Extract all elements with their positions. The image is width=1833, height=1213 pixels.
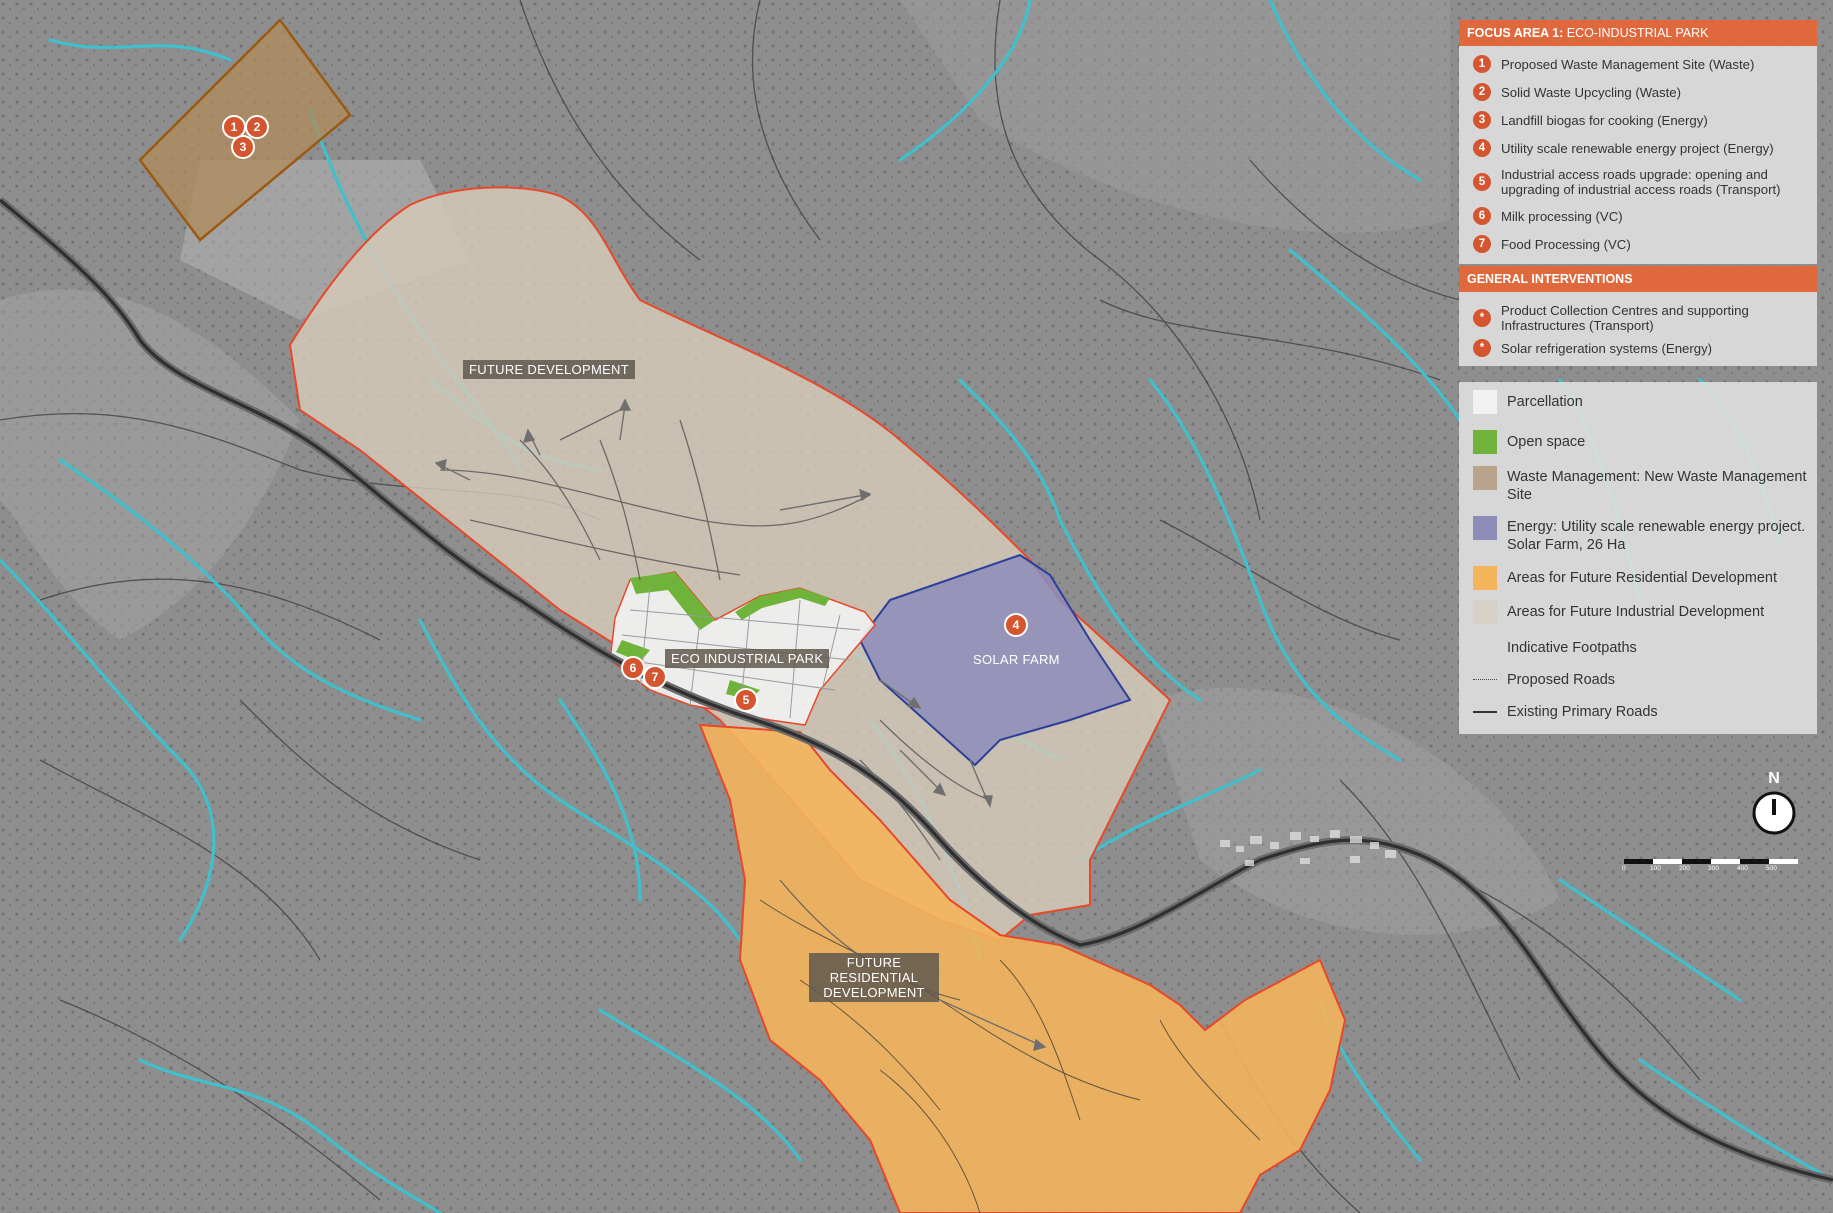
focus-item-label: Industrial access roads upgrade: opening… bbox=[1501, 167, 1781, 197]
map-marker-4[interactable]: 4 bbox=[1004, 613, 1028, 637]
focus-item-number: 4 bbox=[1473, 139, 1491, 157]
key-label: Energy: Utility scale renewable energy p… bbox=[1507, 519, 1806, 553]
key-label: Proposed Roads bbox=[1507, 672, 1616, 688]
scale-tick-label: 400 bbox=[1737, 865, 1748, 872]
key-item: Areas for Future Industrial Development bbox=[1459, 600, 1817, 636]
focus-area-title: ECO-INDUSTRIAL PARK bbox=[1566, 26, 1709, 40]
general-item-label: Product Collection Centres and supportin… bbox=[1501, 303, 1749, 333]
key-item: Existing Primary Roads bbox=[1459, 700, 1817, 728]
general-item: * Solar refrigeration systems (Energy) bbox=[1459, 336, 1817, 360]
future-industrial-swatch bbox=[1473, 600, 1497, 624]
focus-item: 3 Landfill biogas for cooking (Energy) bbox=[1459, 106, 1817, 134]
key-item: Indicative Footpaths bbox=[1459, 636, 1817, 668]
focus-item-number: 5 bbox=[1473, 173, 1491, 191]
general-interventions-list: * Product Collection Centres and support… bbox=[1459, 292, 1817, 366]
focus-item-label: Landfill biogas for cooking (Energy) bbox=[1501, 112, 1708, 128]
general-item-label: Solar refrigeration systems (Energy) bbox=[1501, 340, 1713, 356]
scale-tick-label: 300 bbox=[1708, 865, 1719, 872]
future-residential-label: FUTURE RESIDENTIAL DEVELOPMENT bbox=[809, 953, 939, 1002]
general-item: * Product Collection Centres and support… bbox=[1459, 300, 1817, 336]
primary-road-swatch bbox=[1473, 700, 1497, 724]
waste-management-swatch bbox=[1473, 466, 1497, 490]
key-item: Areas for Future Residential Development bbox=[1459, 566, 1817, 600]
map-marker-7[interactable]: 7 bbox=[643, 665, 667, 689]
proposed-road-swatch bbox=[1473, 668, 1497, 692]
map-marker-5[interactable]: 5 bbox=[734, 688, 758, 712]
focus-item-number: 3 bbox=[1473, 111, 1491, 129]
solar-farm-label: SOLAR FARM bbox=[973, 652, 1060, 667]
key-item: Open space bbox=[1459, 430, 1817, 466]
compass-icon bbox=[1752, 791, 1796, 835]
parcellation-swatch bbox=[1473, 390, 1497, 414]
footpath-swatch bbox=[1473, 636, 1497, 660]
focus-item-label: Utility scale renewable energy project (… bbox=[1501, 140, 1774, 156]
focus-item-label: Proposed Waste Management Site (Waste) bbox=[1501, 56, 1755, 72]
north-label: N bbox=[1768, 770, 1780, 787]
open-space-swatch bbox=[1473, 430, 1497, 454]
scale-tick-label: 0 bbox=[1622, 865, 1626, 872]
key-item: Parcellation bbox=[1459, 390, 1817, 430]
key-label: Areas for Future Residential Development bbox=[1507, 570, 1777, 586]
focus-item-number: 2 bbox=[1473, 83, 1491, 101]
map-key: Parcellation Open space Waste Management… bbox=[1459, 382, 1817, 734]
future-residential-swatch bbox=[1473, 566, 1497, 590]
key-label: Parcellation bbox=[1507, 394, 1583, 410]
legend: FOCUS AREA 1: ECO-INDUSTRIAL PARK 1 Prop… bbox=[1459, 20, 1817, 734]
general-interventions-title: GENERAL INTERVENTIONS bbox=[1467, 272, 1633, 286]
focus-item-number: 7 bbox=[1473, 235, 1491, 253]
scale-tick-label: 200 bbox=[1679, 865, 1690, 872]
focus-item: 4 Utility scale renewable energy project… bbox=[1459, 134, 1817, 162]
map-marker-3[interactable]: 3 bbox=[231, 135, 255, 159]
focus-item-number: 1 bbox=[1473, 55, 1491, 73]
focus-item: 6 Milk processing (VC) bbox=[1459, 202, 1817, 230]
key-label: Open space bbox=[1507, 434, 1586, 450]
eco-industrial-park-label: ECO INDUSTRIAL PARK bbox=[665, 649, 830, 668]
focus-item-label: Solid Waste Upcycling (Waste) bbox=[1501, 84, 1682, 100]
focus-item: 2 Solid Waste Upcycling (Waste) bbox=[1459, 78, 1817, 106]
focus-area-list: 1 Proposed Waste Management Site (Waste)… bbox=[1459, 46, 1817, 264]
key-item: Waste Management: New Waste Management S… bbox=[1459, 466, 1817, 516]
scale-tick-label: 100 bbox=[1650, 865, 1661, 872]
future-development-label: FUTURE DEVELOPMENT bbox=[463, 360, 635, 379]
solar-farm-swatch bbox=[1473, 516, 1497, 540]
focus-item-label: Food Processing (VC) bbox=[1501, 236, 1631, 252]
asterisk-icon: * bbox=[1473, 339, 1491, 357]
map-marker-6[interactable]: 6 bbox=[621, 656, 645, 680]
focus-item: 5 Industrial access roads upgrade: openi… bbox=[1459, 162, 1817, 202]
map-canvas: FUTURE DEVELOPMENT ECO INDUSTRIAL PARK S… bbox=[0, 0, 1833, 1213]
key-label: Waste Management: New Waste Management S… bbox=[1507, 469, 1807, 503]
general-interventions-header: GENERAL INTERVENTIONS bbox=[1459, 266, 1817, 292]
scale-bar: 0 100 200 300 400 500 bbox=[1620, 853, 1800, 879]
focus-item-label: Milk processing (VC) bbox=[1501, 208, 1623, 224]
asterisk-icon: * bbox=[1473, 309, 1491, 327]
key-item: Proposed Roads bbox=[1459, 668, 1817, 700]
focus-area-header: FOCUS AREA 1: ECO-INDUSTRIAL PARK bbox=[1459, 20, 1817, 46]
focus-item-number: 6 bbox=[1473, 207, 1491, 225]
scale-tick-label: 500 bbox=[1766, 865, 1777, 872]
north-arrow: N bbox=[1750, 771, 1798, 841]
key-label: Areas for Future Industrial Development bbox=[1507, 604, 1765, 620]
focus-item: 1 Proposed Waste Management Site (Waste) bbox=[1459, 50, 1817, 78]
key-label: Indicative Footpaths bbox=[1507, 640, 1637, 656]
key-item: Energy: Utility scale renewable energy p… bbox=[1459, 516, 1817, 566]
focus-item: 7 Food Processing (VC) bbox=[1459, 230, 1817, 258]
focus-area-prefix: FOCUS AREA 1: bbox=[1467, 26, 1564, 40]
key-label: Existing Primary Roads bbox=[1507, 704, 1658, 720]
